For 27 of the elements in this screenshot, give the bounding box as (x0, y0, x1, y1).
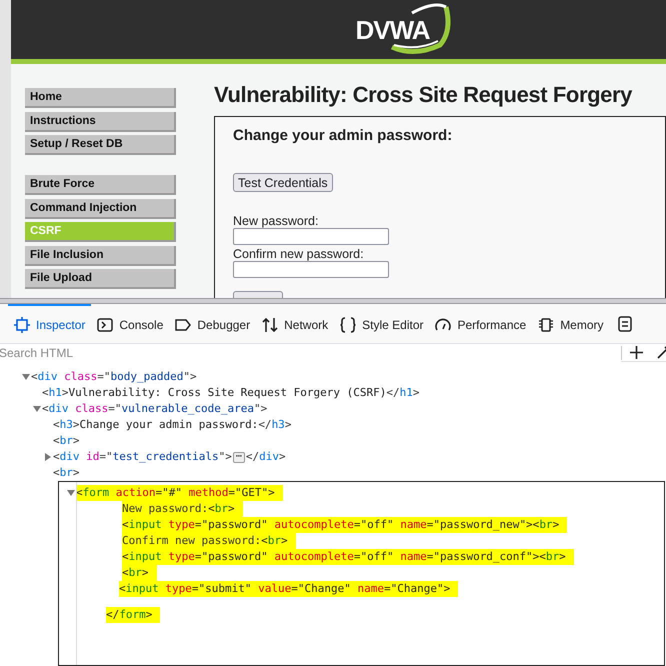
devtools-tab[interactable]: Performance (429, 304, 532, 343)
menu-item[interactable]: Brute Force (25, 175, 176, 195)
menu-item[interactable]: File Inclusion (25, 246, 176, 266)
markup-line[interactable]: <h3>Change your admin password:</h3> (53, 417, 292, 433)
markup-line[interactable]: <div class="vulnerable_code_area"> (42, 401, 268, 417)
devtools-tab[interactable]: Console (91, 304, 170, 343)
devtools-tab[interactable]: Debugger (169, 304, 256, 343)
markup-line[interactable]: <br> (53, 465, 80, 481)
menu-item[interactable]: Command Injection (25, 198, 176, 218)
devtools-tab[interactable]: Network (256, 304, 334, 343)
menu-item[interactable]: Setup / Reset DB (25, 135, 176, 155)
markup-line[interactable]: <div id="test_credentials"> ⋯ </div> (53, 449, 286, 465)
page-title: Vulnerability: Cross Site Request Forgery (214, 81, 634, 109)
collapsed-content-button[interactable]: ⋯ (232, 452, 245, 462)
test-credentials-button[interactable]: Test Credentials (233, 172, 333, 192)
site-logo[interactable]: DVWA (354, 0, 454, 58)
field-label: Confirm new password: (233, 246, 365, 260)
field-label: New password: (233, 214, 320, 228)
devtools-tab[interactable]: Style Editor (334, 304, 430, 343)
menu-item[interactable]: Instructions (25, 112, 176, 132)
menu-item[interactable]: Home (25, 88, 176, 108)
form-heading: Change your admin password: (233, 126, 454, 146)
markup-line[interactable]: <br> (53, 433, 80, 449)
devtools-tab[interactable]: Memory (532, 304, 610, 343)
markup-line[interactable]: <div class="body_padded"> (31, 369, 197, 385)
menu-item[interactable]: File Upload (25, 269, 176, 289)
markup-line[interactable]: <h1>Vulnerability: Cross Site Request Forgery (CSRF)</h1> (42, 385, 420, 401)
